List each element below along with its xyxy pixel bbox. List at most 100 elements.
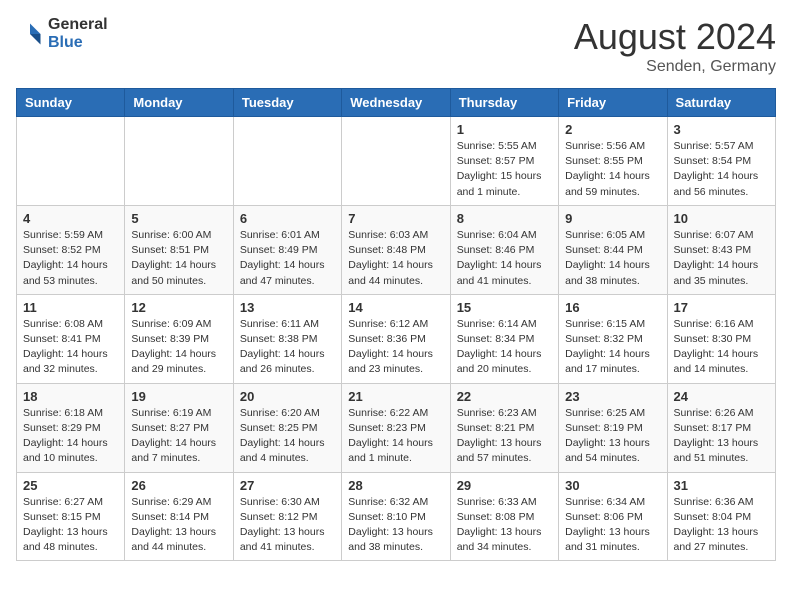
day-number: 19: [131, 389, 226, 404]
cell-w2-d4: 8 Sunrise: 6:04 AM Sunset: 8:46 PM Daylig…: [450, 205, 558, 294]
day-info: Sunrise: 6:07 AM Sunset: 8:43 PM Dayligh…: [674, 228, 769, 289]
day-info: Sunrise: 6:32 AM Sunset: 8:10 PM Dayligh…: [348, 495, 443, 556]
cell-w2-d2: 6 Sunrise: 6:01 AM Sunset: 8:49 PM Daylig…: [233, 205, 341, 294]
day-info: Sunrise: 6:18 AM Sunset: 8:29 PM Dayligh…: [23, 406, 118, 467]
day-number: 9: [565, 211, 660, 226]
cell-w5-d2: 27Sunrise: 6:30 AM Sunset: 8:12 PM Dayli…: [233, 472, 341, 561]
day-number: 30: [565, 478, 660, 493]
col-friday: Friday: [559, 89, 667, 117]
month-year-title: August 2024: [574, 16, 776, 58]
week-row-4: 18Sunrise: 6:18 AM Sunset: 8:29 PM Dayli…: [17, 383, 776, 472]
cell-w2-d1: 5 Sunrise: 6:00 AM Sunset: 8:51 PM Daylig…: [125, 205, 233, 294]
col-monday: Monday: [125, 89, 233, 117]
week-row-3: 11 Sunrise: 6:08 AM Sunset: 8:41 PM Dayli…: [17, 294, 776, 383]
day-info: Sunrise: 6:05 AM Sunset: 8:44 PM Dayligh…: [565, 228, 660, 289]
cell-w4-d0: 18Sunrise: 6:18 AM Sunset: 8:29 PM Dayli…: [17, 383, 125, 472]
day-number: 22: [457, 389, 552, 404]
cell-w3-d6: 17 Sunrise: 6:16 AM Sunset: 8:30 PM Dayli…: [667, 294, 775, 383]
col-wednesday: Wednesday: [342, 89, 450, 117]
day-number: 14: [348, 300, 443, 315]
cell-w1-d3: [342, 117, 450, 206]
day-info: Sunrise: 6:26 AM Sunset: 8:17 PM Dayligh…: [674, 406, 769, 467]
header-row: Sunday Monday Tuesday Wednesday Thursday…: [17, 89, 776, 117]
day-number: 29: [457, 478, 552, 493]
col-tuesday: Tuesday: [233, 89, 341, 117]
logo: General Blue: [16, 16, 108, 51]
day-number: 7: [348, 211, 443, 226]
day-number: 4: [23, 211, 118, 226]
logo-icon: [16, 20, 44, 48]
day-info: Sunrise: 5:59 AM Sunset: 8:52 PM Dayligh…: [23, 228, 118, 289]
day-number: 5: [131, 211, 226, 226]
day-info: Sunrise: 6:33 AM Sunset: 8:08 PM Dayligh…: [457, 495, 552, 556]
day-number: 24: [674, 389, 769, 404]
cell-w2-d3: 7 Sunrise: 6:03 AM Sunset: 8:48 PM Daylig…: [342, 205, 450, 294]
cell-w2-d0: 4 Sunrise: 5:59 AM Sunset: 8:52 PM Daylig…: [17, 205, 125, 294]
day-info: Sunrise: 6:09 AM Sunset: 8:39 PM Dayligh…: [131, 317, 226, 378]
day-info: Sunrise: 6:34 AM Sunset: 8:06 PM Dayligh…: [565, 495, 660, 556]
day-info: Sunrise: 6:03 AM Sunset: 8:48 PM Dayligh…: [348, 228, 443, 289]
day-number: 3: [674, 122, 769, 137]
cell-w4-d6: 24 Sunrise: 6:26 AM Sunset: 8:17 PM Dayli…: [667, 383, 775, 472]
cell-w2-d6: 10 Sunrise: 6:07 AM Sunset: 8:43 PM Dayli…: [667, 205, 775, 294]
page-container: General Blue August 2024 Senden, Germany…: [16, 16, 776, 561]
day-info: Sunrise: 6:04 AM Sunset: 8:46 PM Dayligh…: [457, 228, 552, 289]
logo-general-label: General: [48, 16, 108, 34]
cell-w5-d1: 26 Sunrise: 6:29 AM Sunset: 8:14 PM Dayli…: [125, 472, 233, 561]
day-number: 31: [674, 478, 769, 493]
day-number: 17: [674, 300, 769, 315]
day-number: 26: [131, 478, 226, 493]
cell-w5-d6: 31 Sunrise: 6:36 AM Sunset: 8:04 PM Dayli…: [667, 472, 775, 561]
day-info: Sunrise: 6:36 AM Sunset: 8:04 PM Dayligh…: [674, 495, 769, 556]
cell-w4-d3: 21Sunrise: 6:22 AM Sunset: 8:23 PM Dayli…: [342, 383, 450, 472]
cell-w3-d1: 12 Sunrise: 6:09 AM Sunset: 8:39 PM Dayli…: [125, 294, 233, 383]
cell-w1-d2: [233, 117, 341, 206]
cell-w5-d0: 25 Sunrise: 6:27 AM Sunset: 8:15 PM Dayli…: [17, 472, 125, 561]
logo-text: General Blue: [48, 16, 108, 51]
day-info: Sunrise: 6:29 AM Sunset: 8:14 PM Dayligh…: [131, 495, 226, 556]
day-number: 12: [131, 300, 226, 315]
day-number: 2: [565, 122, 660, 137]
day-number: 15: [457, 300, 552, 315]
cell-w3-d2: 13Sunrise: 6:11 AM Sunset: 8:38 PM Dayli…: [233, 294, 341, 383]
cell-w4-d2: 20 Sunrise: 6:20 AM Sunset: 8:25 PM Dayli…: [233, 383, 341, 472]
day-info: Sunrise: 6:01 AM Sunset: 8:49 PM Dayligh…: [240, 228, 335, 289]
day-info: Sunrise: 6:00 AM Sunset: 8:51 PM Dayligh…: [131, 228, 226, 289]
day-number: 25: [23, 478, 118, 493]
cell-w3-d4: 15 Sunrise: 6:14 AM Sunset: 8:34 PM Dayli…: [450, 294, 558, 383]
cell-w1-d4: 1 Sunrise: 5:55 AM Sunset: 8:57 PM Daylig…: [450, 117, 558, 206]
cell-w1-d0: [17, 117, 125, 206]
cell-w1-d1: [125, 117, 233, 206]
cell-w2-d5: 9 Sunrise: 6:05 AM Sunset: 8:44 PM Daylig…: [559, 205, 667, 294]
day-info: Sunrise: 6:20 AM Sunset: 8:25 PM Dayligh…: [240, 406, 335, 467]
day-info: Sunrise: 6:16 AM Sunset: 8:30 PM Dayligh…: [674, 317, 769, 378]
day-number: 6: [240, 211, 335, 226]
day-number: 23: [565, 389, 660, 404]
day-number: 10: [674, 211, 769, 226]
day-info: Sunrise: 5:55 AM Sunset: 8:57 PM Dayligh…: [457, 139, 552, 200]
cell-w5-d4: 29 Sunrise: 6:33 AM Sunset: 8:08 PM Dayli…: [450, 472, 558, 561]
day-number: 8: [457, 211, 552, 226]
day-info: Sunrise: 6:27 AM Sunset: 8:15 PM Dayligh…: [23, 495, 118, 556]
cell-w5-d3: 28Sunrise: 6:32 AM Sunset: 8:10 PM Dayli…: [342, 472, 450, 561]
day-info: Sunrise: 6:14 AM Sunset: 8:34 PM Dayligh…: [457, 317, 552, 378]
cell-w5-d5: 30 Sunrise: 6:34 AM Sunset: 8:06 PM Dayli…: [559, 472, 667, 561]
calendar-table: Sunday Monday Tuesday Wednesday Thursday…: [16, 88, 776, 561]
day-number: 1: [457, 122, 552, 137]
day-info: Sunrise: 6:23 AM Sunset: 8:21 PM Dayligh…: [457, 406, 552, 467]
col-saturday: Saturday: [667, 89, 775, 117]
day-number: 11: [23, 300, 118, 315]
day-number: 13: [240, 300, 335, 315]
day-number: 20: [240, 389, 335, 404]
cell-w3-d3: 14Sunrise: 6:12 AM Sunset: 8:36 PM Dayli…: [342, 294, 450, 383]
cell-w4-d5: 23 Sunrise: 6:25 AM Sunset: 8:19 PM Dayli…: [559, 383, 667, 472]
day-info: Sunrise: 6:25 AM Sunset: 8:19 PM Dayligh…: [565, 406, 660, 467]
day-info: Sunrise: 6:08 AM Sunset: 8:41 PM Dayligh…: [23, 317, 118, 378]
week-row-2: 4 Sunrise: 5:59 AM Sunset: 8:52 PM Daylig…: [17, 205, 776, 294]
day-info: Sunrise: 6:19 AM Sunset: 8:27 PM Dayligh…: [131, 406, 226, 467]
logo-blue-label: Blue: [48, 34, 108, 52]
cell-w3-d0: 11 Sunrise: 6:08 AM Sunset: 8:41 PM Dayli…: [17, 294, 125, 383]
col-sunday: Sunday: [17, 89, 125, 117]
cell-w1-d5: 2Sunrise: 5:56 AM Sunset: 8:55 PM Daylig…: [559, 117, 667, 206]
day-info: Sunrise: 6:22 AM Sunset: 8:23 PM Dayligh…: [348, 406, 443, 467]
